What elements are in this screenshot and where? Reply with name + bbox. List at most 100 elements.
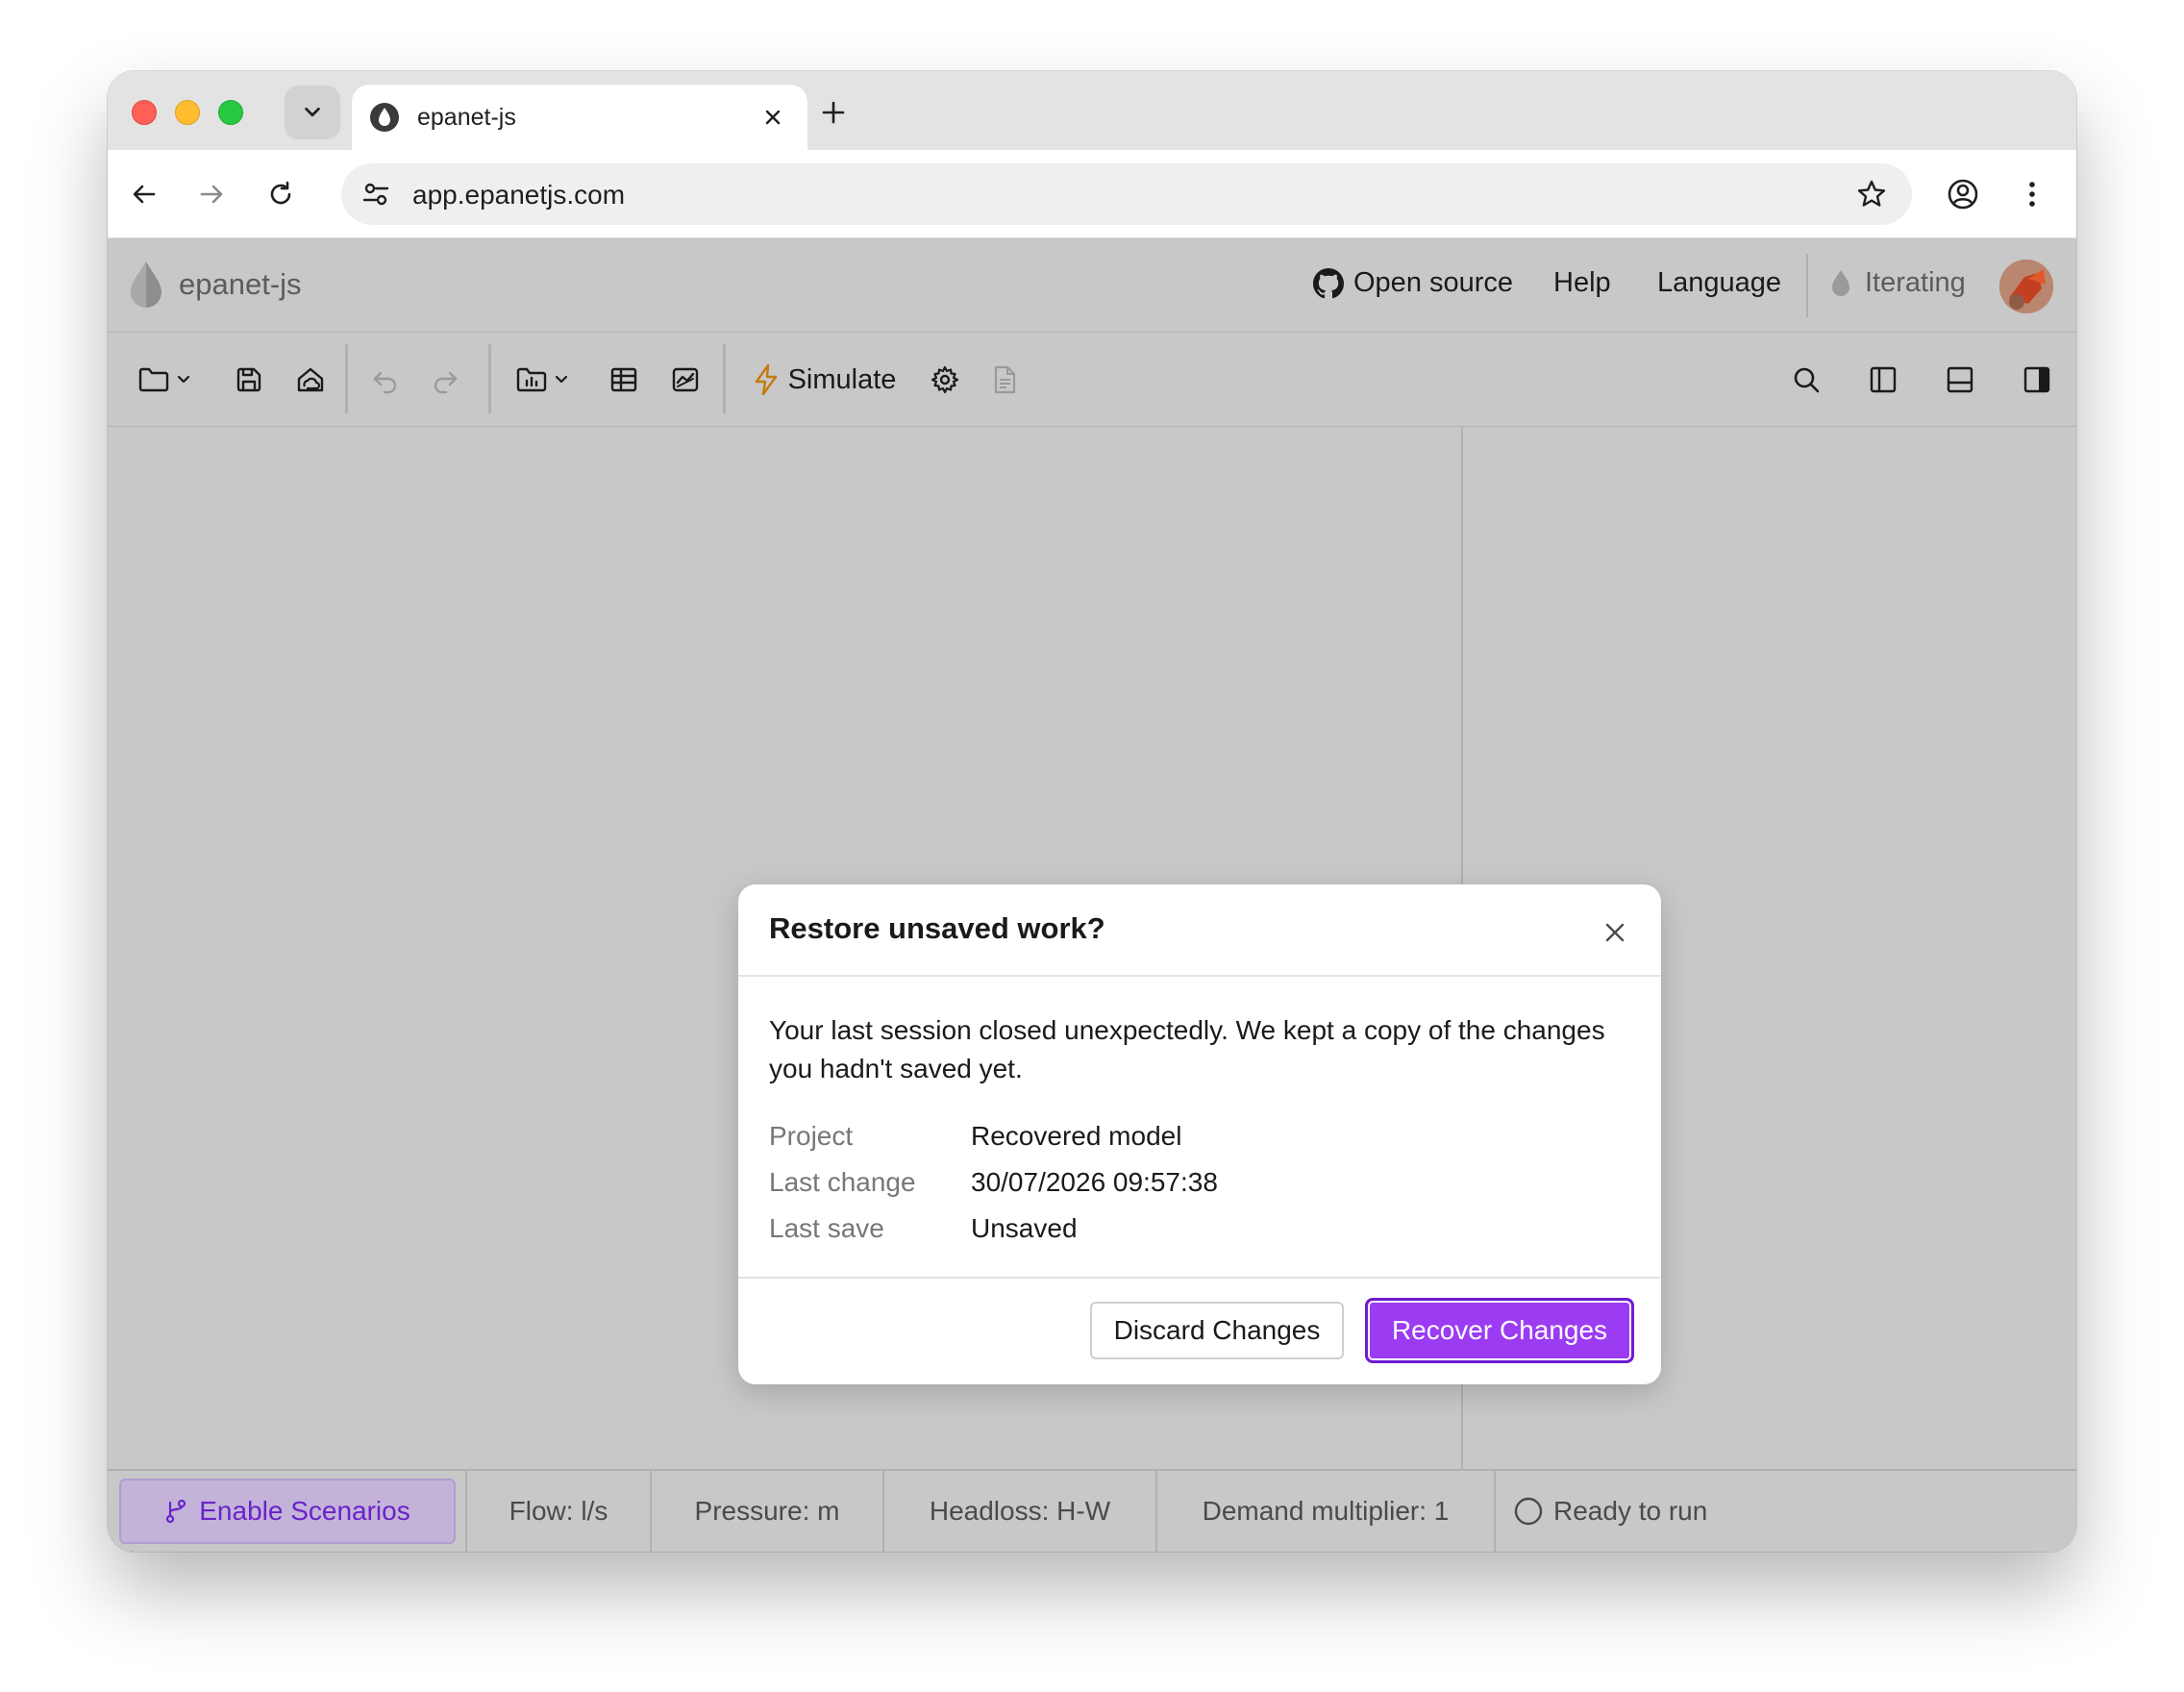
flow-units-label: Flow: l/s: [509, 1496, 608, 1526]
report-button[interactable]: [982, 358, 1027, 402]
detail-label: Last change: [769, 1167, 916, 1197]
avatar-image-icon: [1999, 260, 2053, 313]
close-icon: [1605, 923, 1625, 942]
simulation-settings-button[interactable]: [923, 358, 967, 402]
open-file-button[interactable]: [135, 358, 194, 402]
plan-label: Iterating: [1865, 267, 1966, 298]
user-avatar[interactable]: [1999, 260, 2053, 313]
detail-value: Unsaved: [971, 1213, 1078, 1243]
dialog-message: Your last session closed unexpectedly. W…: [769, 1015, 1605, 1083]
detail-row-last-save: Last save Unsaved: [769, 1213, 1078, 1244]
plan-badge[interactable]: Iterating: [1830, 267, 1966, 299]
detail-row-project: Project Recovered model: [769, 1121, 1181, 1152]
language-label: Language: [1657, 267, 1782, 298]
pressure-units-status[interactable]: Pressure: m: [652, 1471, 884, 1552]
bookmark-button[interactable]: [1852, 175, 1891, 213]
plus-icon: [822, 101, 845, 124]
account-circle-icon: [1948, 179, 1978, 210]
star-icon: [1857, 180, 1886, 207]
save-as-button[interactable]: [288, 358, 333, 402]
undo-button[interactable]: [363, 358, 408, 402]
close-tab-button[interactable]: [754, 98, 792, 137]
detail-value: 30/07/2026 09:57:38: [971, 1167, 1218, 1197]
browser-window: epanet-js app.epanetjs.com epanet-js Ope…: [108, 71, 2076, 1552]
address-bar[interactable]: app.epanetjs.com: [341, 163, 1912, 225]
undo-icon: [373, 371, 397, 394]
brand-name: epanet-js: [179, 267, 302, 301]
detail-label: Last save: [769, 1213, 884, 1243]
epanet-favicon-icon: [370, 103, 399, 132]
dialog-close-button[interactable]: [1596, 913, 1634, 952]
enable-scenarios-button[interactable]: Enable Scenarios: [119, 1479, 456, 1544]
folder-icon: [138, 367, 169, 392]
detail-label: Project: [769, 1121, 854, 1151]
run-status-label: Ready to run: [1553, 1496, 1708, 1526]
browser-menu-button[interactable]: [2009, 171, 2055, 217]
redo-icon: [434, 371, 458, 394]
toggle-bottom-panel-button[interactable]: [1938, 358, 1982, 402]
detail-value: Recovered model: [971, 1121, 1182, 1151]
close-window-button[interactable]: [132, 100, 157, 125]
forward-button[interactable]: [188, 171, 235, 217]
close-icon: [765, 110, 781, 125]
flow-units-status[interactable]: Flow: l/s: [467, 1471, 652, 1552]
language-link[interactable]: Language: [1657, 267, 1781, 299]
toggle-right-panel-button[interactable]: [2015, 358, 2059, 402]
redo-button[interactable]: [423, 358, 467, 402]
open-source-link[interactable]: Open source: [1313, 267, 1513, 299]
app-root: epanet-js Open source Help Language Iter…: [108, 238, 2076, 1552]
help-link[interactable]: Help: [1553, 267, 1611, 299]
github-icon: [1313, 267, 1344, 298]
simulation-status: Ready to run: [1513, 1471, 1707, 1552]
simulate-button[interactable]: Simulate: [748, 358, 902, 402]
maximize-window-button[interactable]: [218, 100, 243, 125]
toolbar-divider: [488, 344, 491, 413]
discard-changes-button[interactable]: Discard Changes: [1090, 1302, 1344, 1359]
circle-outline-icon: [1514, 1497, 1543, 1526]
restore-unsaved-dialog: Restore unsaved work? Your last session …: [738, 884, 1661, 1384]
simulate-label: Simulate: [787, 363, 897, 395]
water-drop-icon: [1832, 269, 1849, 296]
toggle-left-panel-button[interactable]: [1861, 358, 1905, 402]
search-button[interactable]: [1784, 358, 1828, 402]
bar-chart-folder-icon: [516, 367, 547, 392]
arrow-left-icon: [133, 185, 156, 204]
results-menu-button[interactable]: [511, 358, 573, 402]
new-tab-button[interactable]: [811, 90, 856, 135]
table-icon: [610, 367, 637, 392]
help-label: Help: [1553, 267, 1611, 298]
demand-multiplier-status[interactable]: Demand multiplier: 1: [1157, 1471, 1496, 1552]
chevron-down-icon: [555, 375, 568, 384]
dialog-header: Restore unsaved work?: [738, 884, 1661, 977]
demand-multiplier-label: Demand multiplier: 1: [1202, 1496, 1450, 1526]
panel-bottom-icon: [1947, 366, 1973, 393]
cloud-save-icon: [297, 367, 324, 392]
brand[interactable]: epanet-js: [127, 260, 302, 310]
more-vertical-icon: [2029, 182, 2035, 207]
url-text: app.epanetjs.com: [412, 180, 626, 210]
panel-left-icon: [1870, 366, 1897, 393]
minimize-window-button[interactable]: [175, 100, 200, 125]
line-chart-icon: [672, 367, 699, 392]
site-info-button[interactable]: [359, 177, 393, 212]
app-header: epanet-js Open source Help Language Iter…: [108, 238, 2076, 333]
toolbar-divider: [723, 344, 726, 413]
dialog-footer: Discard Changes Recover Changes: [738, 1279, 1661, 1382]
reload-icon: [270, 181, 291, 205]
dialog-title: Restore unsaved work?: [769, 911, 1105, 945]
tab-search-button[interactable]: [285, 86, 340, 139]
status-bar: Enable Scenarios Flow: l/s Pressure: m H…: [108, 1469, 2076, 1552]
browser-tab[interactable]: epanet-js: [352, 85, 807, 150]
browser-toolbar: app.epanetjs.com: [108, 150, 2076, 238]
save-button[interactable]: [227, 358, 271, 402]
profile-button[interactable]: [1940, 171, 1986, 217]
back-button[interactable]: [121, 171, 167, 217]
headloss-label: Headloss: H-W: [929, 1496, 1111, 1526]
recover-changes-button[interactable]: Recover Changes: [1365, 1298, 1634, 1363]
charts-button[interactable]: [663, 358, 707, 402]
headloss-status[interactable]: Headloss: H-W: [884, 1471, 1157, 1552]
data-table-button[interactable]: [602, 358, 646, 402]
reload-button[interactable]: [258, 171, 304, 217]
chevron-down-icon: [177, 375, 190, 384]
gear-icon: [931, 365, 959, 394]
